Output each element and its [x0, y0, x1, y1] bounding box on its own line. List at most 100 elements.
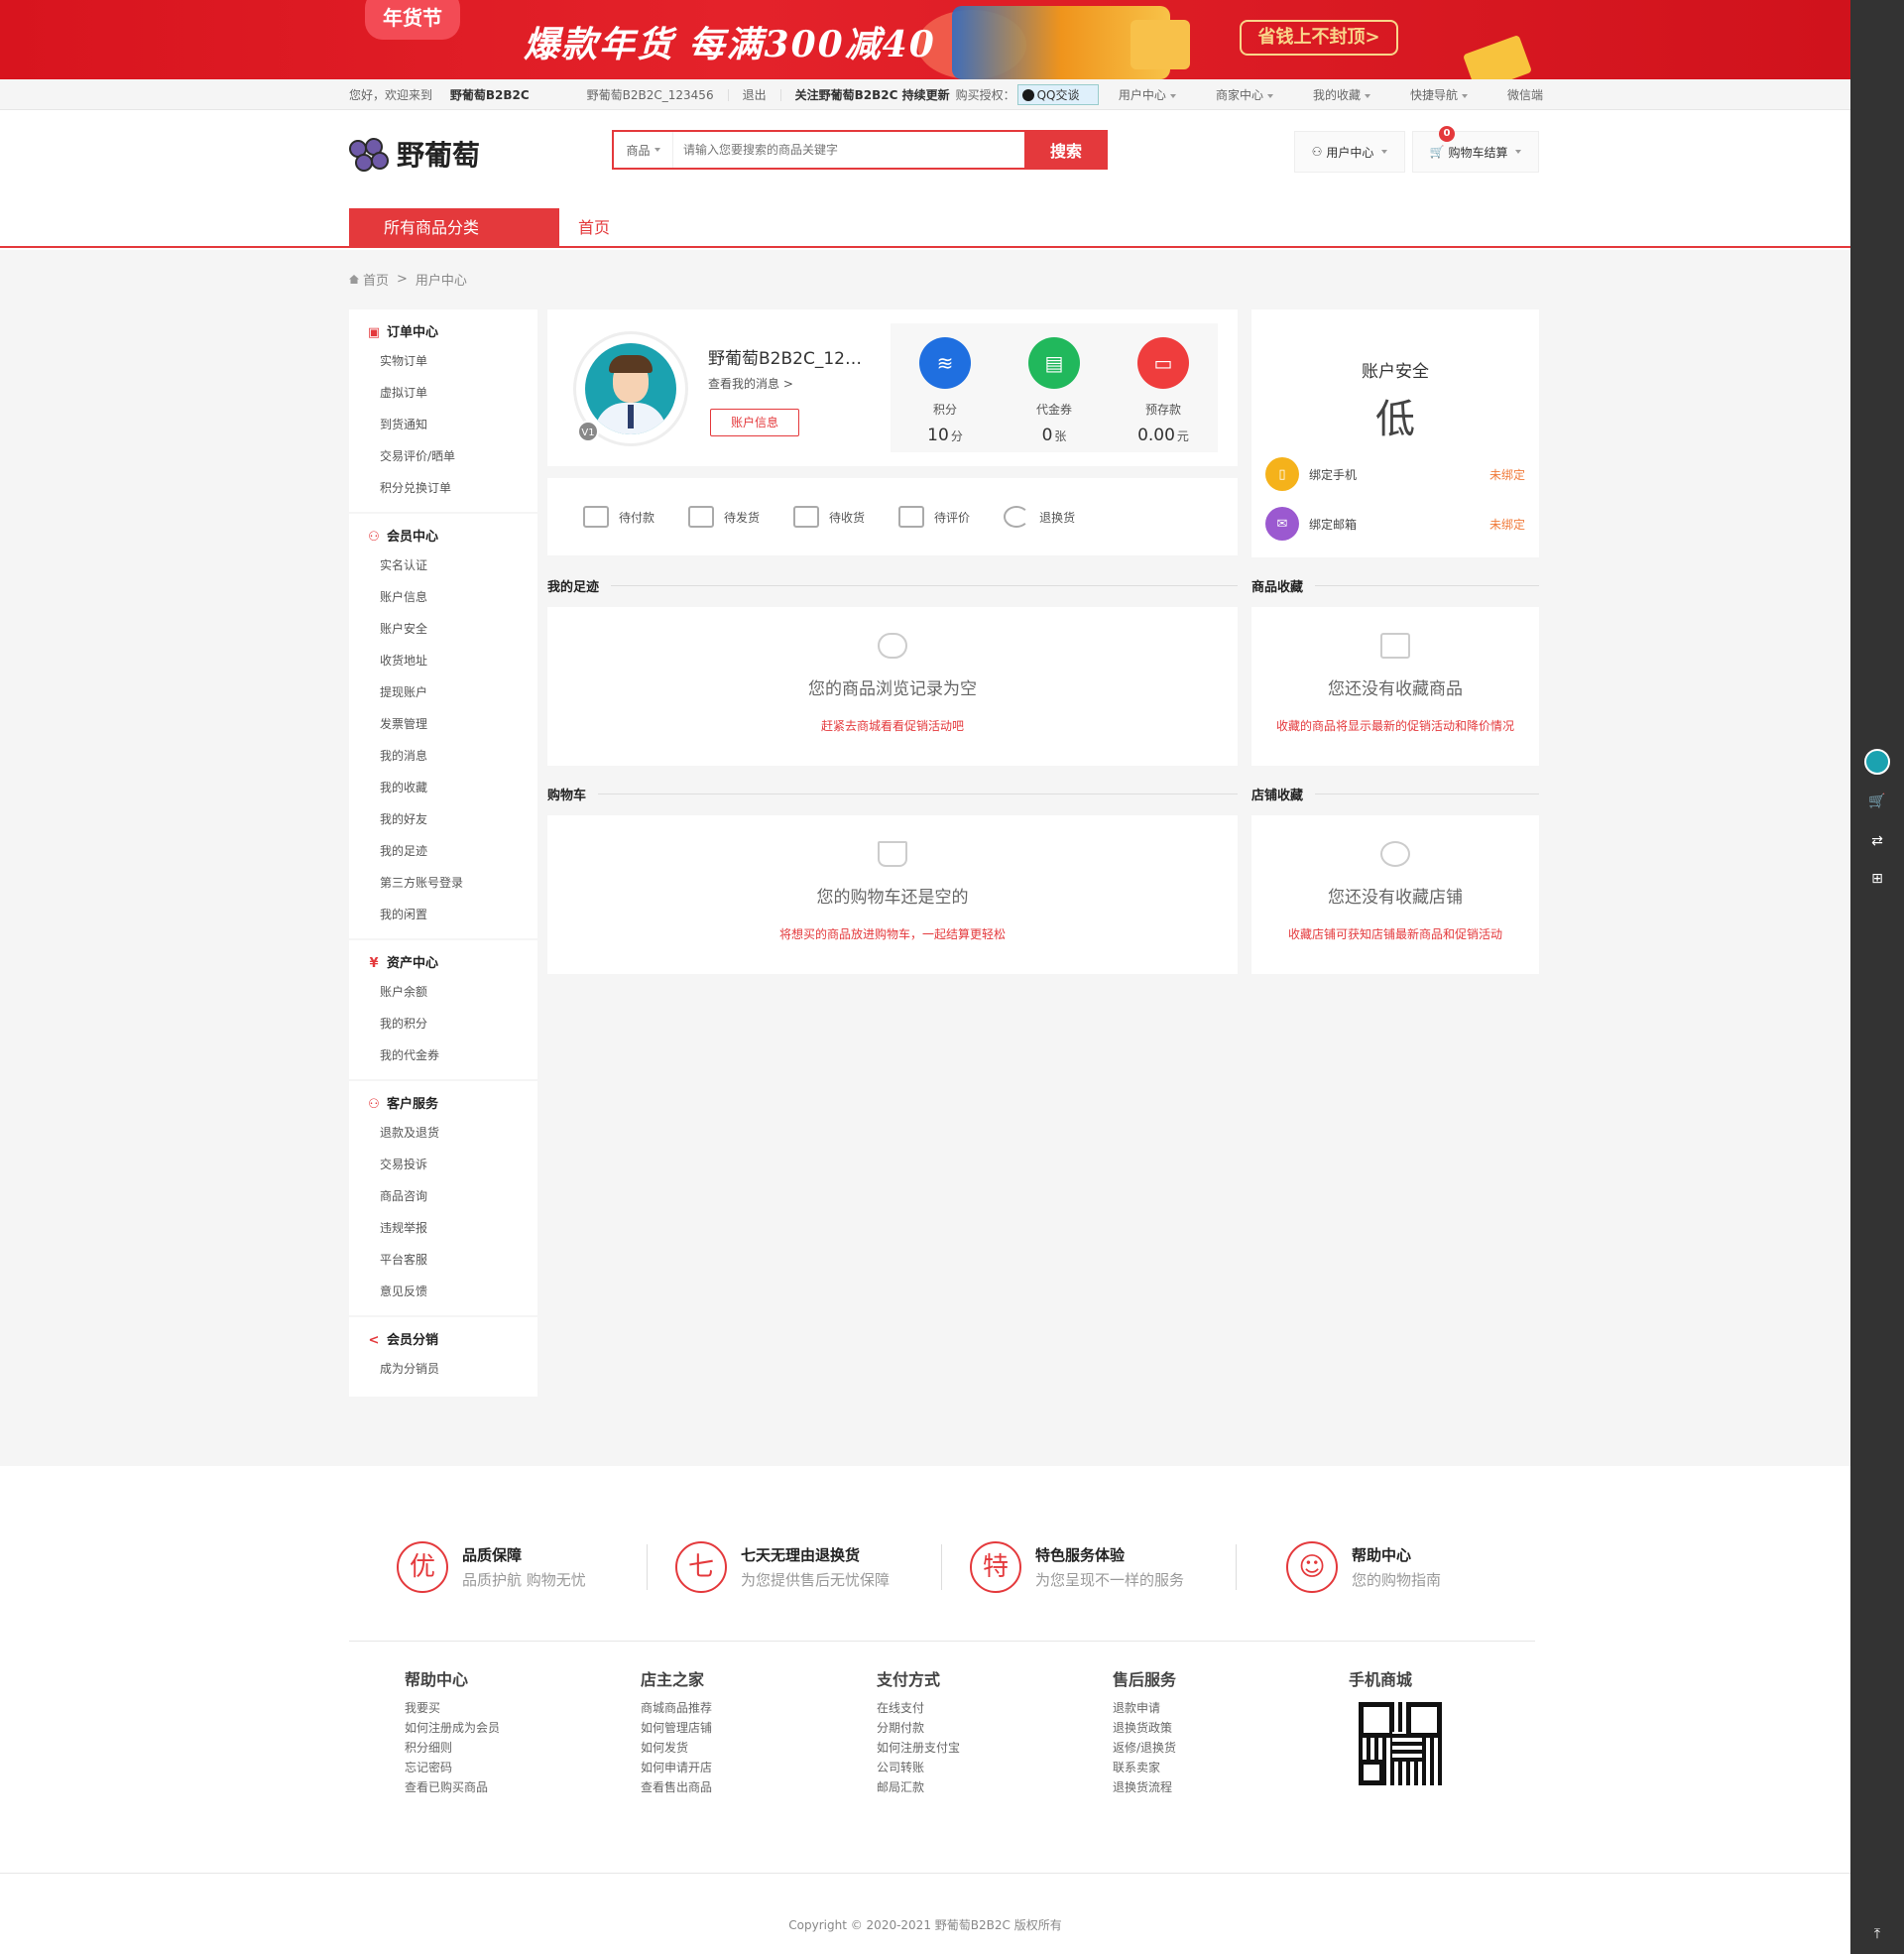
stat-deposit[interactable]: ▭ 预存款 0.00 元: [1109, 337, 1218, 445]
order-status-pending-receipt[interactable]: 待收货: [793, 506, 865, 528]
footer-link[interactable]: 退款申请: [1113, 1698, 1311, 1718]
all-categories-button[interactable]: 所有商品分类: [349, 208, 559, 248]
footer-link[interactable]: 如何注册支付宝: [877, 1738, 1075, 1758]
sidebar-item[interactable]: 我的足迹: [349, 835, 537, 867]
footer-link[interactable]: 我要买: [405, 1698, 603, 1718]
cart-icon[interactable]: 🛒: [1867, 792, 1887, 811]
sidebar-item[interactable]: 提现账户: [349, 676, 537, 708]
footer-link[interactable]: 如何发货: [641, 1738, 839, 1758]
site-name[interactable]: 野葡萄B2B2C: [450, 88, 530, 102]
bind-email-row[interactable]: ✉ 绑定邮箱 未绑定: [1265, 506, 1525, 542]
topnav-wechat[interactable]: 微信端: [1488, 86, 1543, 103]
messages-link[interactable]: 查看我的消息 >: [708, 375, 793, 392]
footer-link[interactable]: 忘记密码: [405, 1758, 603, 1777]
welcome-text: 您好，欢迎来到 野葡萄B2B2C: [349, 86, 543, 103]
footer-link[interactable]: 如何管理店铺: [641, 1718, 839, 1738]
empty-hint-link[interactable]: 将想买的商品放进购物车，一起结算更轻松: [547, 925, 1238, 942]
sidebar-item[interactable]: 账户安全: [349, 613, 537, 645]
sidebar-item[interactable]: 收货地址: [349, 645, 537, 676]
sidebar-item[interactable]: 发票管理: [349, 708, 537, 740]
topnav-favorites[interactable]: 我的收藏: [1293, 86, 1370, 103]
footer-link[interactable]: 联系卖家: [1113, 1758, 1311, 1777]
sidebar-item[interactable]: 第三方账号登录: [349, 867, 537, 899]
order-status-returns[interactable]: 退换货: [1004, 506, 1075, 528]
sidebar-item[interactable]: 我的代金券: [349, 1039, 537, 1071]
breadcrumb: 首页 > 用户中心: [349, 270, 467, 289]
footer-link[interactable]: 积分细则: [405, 1738, 603, 1758]
avatar-icon[interactable]: [1864, 749, 1890, 775]
footer-link[interactable]: 商城商品推荐: [641, 1698, 839, 1718]
back-to-top-icon[interactable]: ⤒: [1867, 1924, 1887, 1944]
sidebar-item[interactable]: 成为分销员: [349, 1353, 537, 1385]
service-special[interactable]: 特 特色服务体验 为您呈现不一样的服务: [942, 1527, 1236, 1607]
sidebar-item[interactable]: 退款及退货: [349, 1117, 537, 1149]
sidebar-item[interactable]: 我的好友: [349, 803, 537, 835]
search-category-select[interactable]: 商品: [614, 132, 673, 168]
user-center-button[interactable]: ⚇ 用户中心: [1294, 131, 1405, 173]
footer-link[interactable]: 分期付款: [877, 1718, 1075, 1738]
stat-points[interactable]: ≋ 积分 10 分: [891, 337, 1000, 445]
footer-link[interactable]: 如何申请开店: [641, 1758, 839, 1777]
footer-link[interactable]: 如何注册成为会员: [405, 1718, 603, 1738]
order-status-pending-payment[interactable]: 待付款: [583, 506, 654, 528]
sidebar-item[interactable]: 我的闲置: [349, 899, 537, 930]
topnav-quick-nav[interactable]: 快捷导航: [1390, 86, 1468, 103]
swap-icon[interactable]: ⇄: [1867, 831, 1887, 851]
service-quality[interactable]: 优 品质保障 品质护航 购物无忧: [349, 1527, 647, 1607]
promo-banner[interactable]: 年货节 爆款年货 每满300减40 省钱上不封顶>: [0, 0, 1850, 79]
nav-home-link[interactable]: 首页: [578, 208, 610, 248]
topnav-seller-center[interactable]: 商家中心: [1196, 86, 1273, 103]
sidebar-item[interactable]: 我的积分: [349, 1008, 537, 1039]
eye-icon: [878, 633, 907, 659]
site-logo[interactable]: 野葡萄: [349, 129, 498, 179]
service-seven-day-return[interactable]: 七 七天无理由退换货 为您提供售后无忧保障: [648, 1527, 941, 1607]
footer-col-title: 售后服务: [1113, 1670, 1177, 1689]
footer-link[interactable]: 退换货政策: [1113, 1718, 1311, 1738]
breadcrumb-current: 用户中心: [415, 274, 467, 289]
account-info-button[interactable]: 账户信息: [710, 409, 799, 436]
empty-hint-link[interactable]: 收藏的商品将显示最新的促销活动和降价情况: [1251, 717, 1539, 734]
sidebar-item[interactable]: 商品咨询: [349, 1180, 537, 1212]
sidebar-item[interactable]: 实物订单: [349, 345, 537, 377]
sidebar-item[interactable]: 实名认证: [349, 550, 537, 581]
grid-icon[interactable]: ⊞: [1867, 869, 1887, 889]
empty-hint-link[interactable]: 赶紧去商城看看促销活动吧: [547, 717, 1238, 734]
topnav-user-center[interactable]: 用户中心: [1099, 86, 1176, 103]
footer-link[interactable]: 在线支付: [877, 1698, 1075, 1718]
breadcrumb-home[interactable]: 首页: [363, 270, 389, 289]
sidebar-item[interactable]: 积分兑换订单: [349, 472, 537, 504]
empty-hint-link[interactable]: 收藏店铺可获知店铺最新商品和促销活动: [1251, 925, 1539, 942]
coins-icon: ≋: [919, 337, 971, 389]
footer-link[interactable]: 退换货流程: [1113, 1777, 1311, 1797]
footer-link[interactable]: 查看已购买商品: [405, 1777, 603, 1797]
stat-value: 0.00 元: [1109, 426, 1218, 445]
logout-link[interactable]: 退出: [743, 86, 767, 103]
sidebar-item[interactable]: 虚拟订单: [349, 377, 537, 409]
sidebar-item[interactable]: 账户余额: [349, 976, 537, 1008]
banner-cta-button[interactable]: 省钱上不封顶>: [1240, 20, 1398, 56]
cart-checkout-button[interactable]: 0 🛒 购物车结算: [1412, 126, 1539, 173]
footer-link[interactable]: 公司转账: [877, 1758, 1075, 1777]
sidebar-group-service: ⚇ 客户服务 退款及退货 交易投诉 商品咨询 违规举报 平台客服 意见反馈: [349, 1081, 537, 1317]
sidebar-item[interactable]: 我的收藏: [349, 772, 537, 803]
sidebar-item[interactable]: 交易评价/晒单: [349, 440, 537, 472]
footer-link[interactable]: 邮局汇款: [877, 1777, 1075, 1797]
bind-phone-row[interactable]: ▯ 绑定手机 未绑定: [1265, 456, 1525, 492]
topnav-label: 我的收藏: [1312, 88, 1361, 102]
sidebar-item[interactable]: 意见反馈: [349, 1276, 537, 1307]
stat-vouchers[interactable]: ▤ 代金券 0张: [1000, 337, 1109, 445]
search-input[interactable]: [673, 132, 1024, 168]
sidebar-item[interactable]: 交易投诉: [349, 1149, 537, 1180]
order-status-pending-shipment[interactable]: 待发货: [688, 506, 760, 528]
service-help-center[interactable]: ☺ 帮助中心 您的购物指南: [1237, 1527, 1514, 1607]
sidebar-item[interactable]: 违规举报: [349, 1212, 537, 1244]
sidebar-item[interactable]: 平台客服: [349, 1244, 537, 1276]
sidebar-item[interactable]: 到货通知: [349, 409, 537, 440]
sidebar-item[interactable]: 账户信息: [349, 581, 537, 613]
footer-link[interactable]: 返修/退换货: [1113, 1738, 1311, 1758]
username-link[interactable]: 野葡萄B2B2C_123456: [587, 86, 714, 103]
order-status-pending-review[interactable]: 待评价: [898, 506, 970, 528]
sidebar-item[interactable]: 我的消息: [349, 740, 537, 772]
search-button[interactable]: 搜索: [1024, 130, 1108, 170]
footer-link[interactable]: 查看售出商品: [641, 1777, 839, 1797]
